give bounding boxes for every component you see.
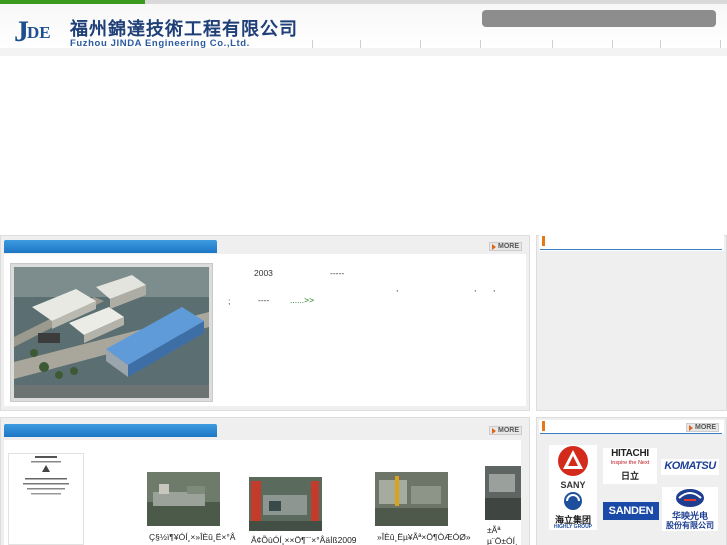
header: JDE 福州錦達技術工程有限公司 Fuzhou JINDA Engineerin… (0, 4, 727, 52)
products-tab[interactable] (4, 424, 217, 437)
sanden-label: SANDEN (608, 505, 654, 517)
hitachi-label: HITACHI (611, 448, 649, 459)
more-label: MORE (498, 427, 519, 434)
partner-logo-sany[interactable]: SANY (549, 445, 597, 491)
product-caption[interactable]: Â¢ÕùÓÍ¸××Ö¶¨¨×°Åäİß2009 (251, 535, 369, 545)
more-label: MORE (695, 424, 716, 431)
more-label: MORE (498, 243, 519, 250)
product-thumbnail[interactable] (249, 477, 322, 531)
more-arrow-icon (689, 425, 693, 431)
partner-logo-sanden[interactable]: SANDEN (603, 502, 659, 520)
intro-comma: , (396, 283, 399, 293)
product-caption[interactable]: Ç§½ï¶¥ÓÍ¸×»ÎÈû¸Ë×°Å (149, 532, 243, 542)
page: JDE 福州錦達技術工程有限公司 Fuzhou JINDA Engineerin… (0, 0, 727, 545)
komatsu-label: KOMATSU (664, 460, 716, 472)
partners-more-button[interactable]: MORE (686, 423, 719, 432)
factory-photo (10, 263, 213, 402)
intro-more-button[interactable]: MORE (489, 242, 522, 251)
top-search-bar[interactable] (482, 10, 716, 27)
machinery-photo (147, 472, 220, 526)
news-divider (540, 249, 722, 250)
partner-logo-komatsu[interactable]: KOMATSU (661, 459, 719, 475)
sany-emblem-icon (558, 446, 588, 476)
certificate-thumbnail[interactable] (8, 453, 84, 545)
intro-tab[interactable] (4, 240, 217, 253)
factory-aerial-image (14, 267, 209, 398)
partners-orange-marker (542, 421, 545, 431)
highly-en-label: HIGHLY GROUP (553, 524, 593, 530)
partner-logo-highly[interactable]: 海立集团 HIGHLY GROUP (549, 490, 597, 530)
hitachi-tagline: Inspire the Next (610, 460, 650, 466)
product-caption[interactable]: ±Ãª (487, 525, 521, 535)
intro-more-link[interactable]: ......>> (290, 295, 314, 305)
more-arrow-icon (492, 428, 496, 434)
intro-comma: , (493, 283, 496, 293)
products-more-button[interactable]: MORE (489, 426, 522, 435)
assembly-line-photo (375, 472, 448, 526)
intro-dashes: ---- (258, 295, 270, 305)
partner-logo-hitachi[interactable]: HITACHI Inspire the Next 日立 (603, 448, 657, 484)
news-orange-marker (542, 236, 545, 246)
partners-divider (540, 433, 722, 434)
product-caption[interactable]: »ÎÈû¸Ëµ¥Ãª×Ö¶ÒÆÓØ» (377, 532, 477, 542)
logo-letter-j: J (14, 15, 29, 48)
product-caption[interactable]: µ¨Ö±ÓÍ¸ (487, 536, 521, 545)
banner-area (0, 48, 727, 56)
product-thumbnail[interactable] (375, 472, 448, 526)
hitachi-cn-label: 日立 (620, 472, 639, 482)
partner-logo-huaying[interactable]: 华映光电 股份有限公司 (662, 487, 718, 531)
huaying-emblem-icon (676, 489, 704, 507)
sany-label: SANY (560, 480, 586, 490)
highly-emblem-icon (564, 492, 582, 510)
logo-letters-de: DE (27, 23, 51, 42)
news-panel (536, 235, 727, 411)
company-logo[interactable]: JDE (14, 15, 51, 49)
intro-semicolon: ; (228, 296, 231, 306)
huaying-cn-label-2: 股份有限公司 (666, 521, 714, 530)
equipment-photo (485, 466, 521, 520)
product-thumbnail[interactable] (485, 466, 521, 520)
product-thumbnail[interactable] (147, 472, 220, 526)
intro-year: 2003 (254, 268, 273, 278)
workshop-photo (249, 477, 322, 531)
certificate-document-image (23, 456, 69, 495)
intro-comma: , (474, 283, 477, 293)
more-arrow-icon (492, 244, 496, 250)
intro-dashes: ----- (330, 268, 345, 278)
